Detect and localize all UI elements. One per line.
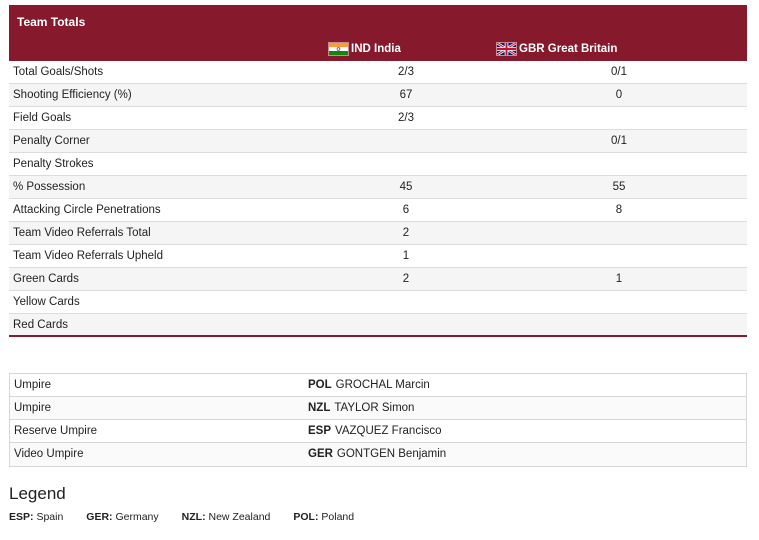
stat-row: Team Video Referrals Upheld 1 xyxy=(9,245,747,268)
legend-item: ESP: Spain xyxy=(9,511,63,523)
stat-label: Shooting Efficiency (%) xyxy=(13,89,132,101)
legend-code: POL: xyxy=(293,511,319,523)
stat-row: Yellow Cards xyxy=(9,291,747,314)
stat-value-ind: 2 xyxy=(402,227,410,239)
stat-row: Penalty Strokes xyxy=(9,153,747,176)
legend-country: Germany xyxy=(115,511,159,523)
stat-value-ind: 2/3 xyxy=(398,66,414,78)
stat-value-gbr: 0 xyxy=(615,89,623,101)
official-name: TAYLOR Simon xyxy=(334,402,415,414)
stat-row: Team Video Referrals Total 2 xyxy=(9,222,747,245)
officials-table: Umpire POL GROCHAL Marcin Umpire NZL TAYLOR … xyxy=(9,373,747,467)
official-name: GONTGEN Benjamin xyxy=(336,448,447,460)
team-totals-header: Team Totals IND India GBR Great Britain xyxy=(9,5,747,61)
team-totals-title: Team Totals xyxy=(17,15,86,29)
legend-item: POL: Poland xyxy=(293,511,354,523)
stat-label: Team Video Referrals Upheld xyxy=(13,250,164,262)
stat-value-gbr: 1 xyxy=(615,273,623,285)
official-role: Reserve Umpire xyxy=(14,425,98,437)
official-country-code: ESP xyxy=(308,425,332,437)
legend-country: Spain xyxy=(36,511,64,523)
stat-value-ind: 2 xyxy=(402,273,410,285)
stat-label: Penalty Corner xyxy=(13,135,90,147)
stat-label: Field Goals xyxy=(13,112,72,124)
legend-item: GER: Germany xyxy=(86,511,158,523)
stat-label: Team Video Referrals Total xyxy=(13,227,151,239)
team-totals-table: Team Totals IND India GBR Great Britain … xyxy=(9,5,747,337)
official-role: Umpire xyxy=(14,379,52,391)
stat-row: Green Cards 2 1 xyxy=(9,268,747,291)
stat-label: Attacking Circle Penetrations xyxy=(13,204,161,216)
legend-country: Poland xyxy=(321,511,355,523)
stat-value-gbr: 0/1 xyxy=(611,66,627,78)
legend-code: ESP: xyxy=(9,511,34,523)
stat-value-ind: 1 xyxy=(402,250,410,262)
team-india-label: IND India xyxy=(351,43,401,55)
stat-row: Total Goals/Shots 2/3 0/1 xyxy=(9,61,747,84)
stat-value-gbr: 0/1 xyxy=(611,135,627,147)
official-row: Umpire NZL TAYLOR Simon xyxy=(10,397,746,420)
legend-country: New Zealand xyxy=(208,511,271,523)
stat-value-gbr: 55 xyxy=(612,181,626,193)
official-name-cell: GER GONTGEN Benjamin xyxy=(308,448,446,460)
official-name: GROCHAL Marcin xyxy=(335,379,430,391)
official-country-code: NZL xyxy=(308,402,331,414)
legend-code: GER: xyxy=(86,511,113,523)
official-row: Reserve Umpire ESP VAZQUEZ Francisco xyxy=(10,420,746,443)
legend-code: NZL: xyxy=(181,511,206,523)
stat-row: % Possession 45 55 xyxy=(9,176,747,199)
official-name-cell: POL GROCHAL Marcin xyxy=(308,379,430,391)
official-role: Video Umpire xyxy=(14,448,84,460)
official-name-cell: ESP VAZQUEZ Francisco xyxy=(308,425,442,437)
legend-list: ESP: Spain GER: Germany NZL: New Zealand… xyxy=(9,511,377,523)
stat-label: % Possession xyxy=(13,181,86,193)
stat-label: Total Goals/Shots xyxy=(13,66,104,78)
legend-title: Legend xyxy=(9,484,66,503)
legend-item: NZL: New Zealand xyxy=(182,511,271,523)
team-india-header: IND India xyxy=(328,42,401,56)
stat-row: Field Goals 2/3 xyxy=(9,107,747,130)
stat-value-ind: 67 xyxy=(399,89,413,101)
stat-row: Penalty Corner 0/1 xyxy=(9,130,747,153)
stat-value-ind: 45 xyxy=(399,181,413,193)
stat-rows: Total Goals/Shots 2/3 0/1 Shooting Efficie… xyxy=(9,61,747,337)
stat-label: Green Cards xyxy=(13,273,79,285)
official-name-cell: NZL TAYLOR Simon xyxy=(308,402,414,414)
official-role: Umpire xyxy=(14,402,52,414)
uk-flag-icon xyxy=(496,42,517,56)
stat-label: Penalty Strokes xyxy=(13,158,94,170)
stat-value-gbr: 8 xyxy=(615,204,623,216)
stat-row: Attacking Circle Penetrations 6 8 xyxy=(9,199,747,222)
stat-row: Shooting Efficiency (%) 67 0 xyxy=(9,84,747,107)
official-row: Umpire POL GROCHAL Marcin xyxy=(10,374,746,397)
official-country-code: POL xyxy=(308,379,332,391)
stat-value-ind: 2/3 xyxy=(398,112,414,124)
stat-label: Red Cards xyxy=(13,319,68,331)
official-row: Video Umpire GER GONTGEN Benjamin xyxy=(10,443,746,466)
team-gbr-header: GBR Great Britain xyxy=(496,42,617,56)
india-flag-icon xyxy=(328,42,349,56)
official-name: VAZQUEZ Francisco xyxy=(335,425,442,437)
official-country-code: GER xyxy=(308,448,333,460)
stat-label: Yellow Cards xyxy=(13,296,80,308)
team-gbr-label: GBR Great Britain xyxy=(519,43,618,55)
stat-row: Red Cards xyxy=(9,314,747,337)
stat-value-ind: 6 xyxy=(402,204,410,216)
